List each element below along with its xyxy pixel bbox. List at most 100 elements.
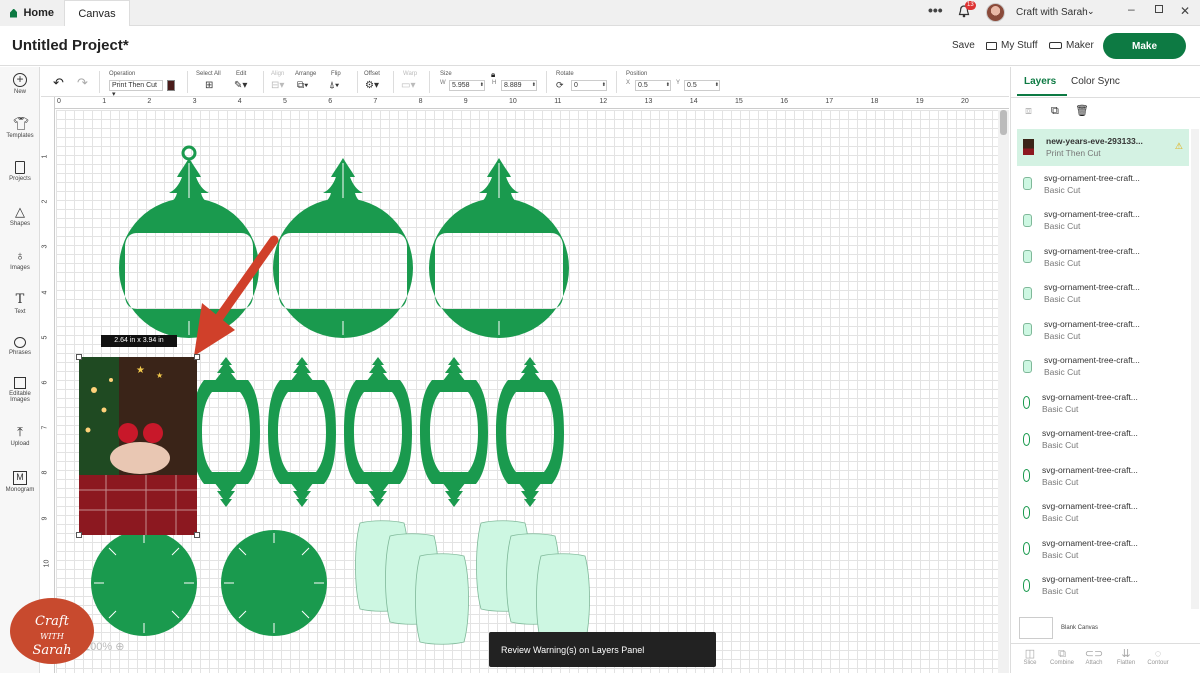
layer-row[interactable]: new-years-eve-293133... Print Then Cut ⚠: [1017, 129, 1189, 166]
sidebar-item-phrases[interactable]: Phrases: [0, 337, 40, 356]
ruler-tick-label: 6: [328, 98, 333, 105]
redo-icon[interactable]: ↷: [77, 75, 88, 91]
sidebar-item-upload[interactable]: ⤒ Upload: [0, 425, 40, 448]
lock-icon[interactable]: 🔒︎: [491, 70, 495, 80]
layer-row[interactable]: svg-ornament-tree-craft... Basic Cut: [1017, 202, 1189, 239]
layer-row[interactable]: svg-ornament-tree-craft... Basic Cut: [1017, 312, 1189, 349]
action-flatten-button[interactable]: ⇊ Flatten: [1111, 648, 1141, 666]
offset-icon[interactable]: ⚙▾: [365, 80, 379, 91]
layer-text: svg-ornament-tree-craft... Basic Cut: [1042, 573, 1138, 597]
layer-thumbnail: [1023, 396, 1030, 410]
account-name[interactable]: Craft with Sarah: [1016, 7, 1088, 18]
blank-canvas-swatch[interactable]: [1019, 617, 1053, 639]
align-icon[interactable]: ⊟▾: [271, 80, 284, 91]
layer-row[interactable]: svg-ornament-tree-craft... Basic Cut: [1017, 531, 1189, 568]
my-stuff-button[interactable]: My Stuff: [986, 40, 1038, 51]
operation-select[interactable]: Print Then Cut ▾: [109, 80, 163, 98]
action-label: Flatten: [1116, 660, 1136, 666]
resize-handle[interactable]: [194, 532, 200, 538]
save-button[interactable]: Save: [952, 40, 975, 51]
tab-home[interactable]: Home: [0, 0, 64, 26]
ruler-tick-label: 3: [192, 98, 197, 105]
layer-row[interactable]: svg-ornament-tree-craft... Basic Cut: [1017, 166, 1189, 203]
action-slice-button[interactable]: ◫ Slice: [1015, 648, 1045, 666]
avatar[interactable]: [986, 3, 1005, 22]
layer-operation: Basic Cut: [1042, 476, 1079, 487]
select-all-icon[interactable]: ⊞: [205, 80, 213, 91]
sidebar-item-templates[interactable]: 👕︎ Templates: [0, 117, 40, 140]
chevron-down-icon[interactable]: ⌄: [1087, 6, 1095, 17]
minimize-icon[interactable]: –: [1128, 2, 1135, 16]
layer-row[interactable]: svg-ornament-tree-craft... Basic Cut: [1017, 275, 1189, 312]
y-input[interactable]: 0.5 ⬍: [684, 80, 720, 91]
scrollbar-thumb[interactable]: [1000, 110, 1007, 135]
sidebar-item-monogram[interactable]: M Monogram: [0, 471, 40, 493]
action-contour-button[interactable]: ◌ Contour: [1143, 648, 1173, 666]
canvas-shapes: ★ ★: [79, 145, 590, 645]
group-icon[interactable]: ⧈: [1025, 105, 1032, 118]
text-icon: T: [15, 292, 25, 307]
resize-handle[interactable]: [76, 532, 82, 538]
layers-scrollbar[interactable]: [1191, 129, 1199, 609]
more-menu-icon[interactable]: •••: [928, 2, 943, 18]
layer-row[interactable]: svg-ornament-tree-craft... Basic Cut: [1017, 567, 1189, 604]
tab-color-sync[interactable]: Color Sync: [1071, 76, 1120, 87]
flip-icon[interactable]: ⍋▾: [329, 80, 339, 91]
layer-row[interactable]: svg-ornament-tree-craft... Basic Cut: [1017, 348, 1189, 385]
action-combine-button[interactable]: ⧉ Combine: [1047, 648, 1077, 666]
layer-row[interactable]: svg-ornament-tree-craft: [1017, 604, 1189, 610]
svg-text:★: ★: [156, 371, 163, 380]
warp-label: Warp: [403, 71, 418, 77]
sidebar-item-editable-images[interactable]: Editable Images: [0, 377, 40, 403]
warning-icon[interactable]: ⚠: [1175, 141, 1183, 152]
edit-icon[interactable]: ✎▾: [234, 80, 247, 91]
x-input[interactable]: 0.5 ⬍: [635, 80, 671, 91]
layer-text: svg-ornament-tree-craft... Basic Cut: [1044, 172, 1140, 196]
sidebar-item-shapes[interactable]: △ Shapes: [0, 205, 40, 228]
height-value: 8.889: [504, 82, 522, 89]
layer-row[interactable]: svg-ornament-tree-craft... Basic Cut: [1017, 385, 1189, 422]
warp-icon[interactable]: ▭▾: [401, 80, 415, 91]
make-button[interactable]: Make: [1103, 33, 1186, 59]
layer-operation: Basic Cut: [1042, 403, 1079, 414]
sidebar-item-projects[interactable]: Projects: [0, 161, 40, 182]
layer-row[interactable]: svg-ornament-tree-craft... Basic Cut: [1017, 458, 1189, 495]
layer-thumbnail: [1023, 359, 1032, 373]
close-icon[interactable]: ✕: [1180, 4, 1190, 18]
canvas-vertical-scrollbar[interactable]: [998, 110, 1009, 673]
home-icon: [10, 8, 18, 18]
duplicate-icon[interactable]: ⧉: [1051, 105, 1059, 118]
action-attach-button[interactable]: ⊂⊃ Attach: [1079, 648, 1109, 666]
width-input[interactable]: 5.958 ⬍: [449, 80, 485, 91]
sidebar-item-new[interactable]: + New: [0, 73, 40, 95]
layer-operation: Basic Cut: [1044, 184, 1081, 195]
bell-icon[interactable]: 13: [958, 1, 976, 18]
undo-icon[interactable]: ↶: [53, 75, 64, 91]
operation-swatch[interactable]: [167, 80, 175, 91]
layer-operation: Print Then Cut: [1046, 148, 1101, 159]
ruler-tick-label: 12: [599, 98, 608, 105]
resize-handle[interactable]: [76, 354, 82, 360]
maximize-icon[interactable]: [1155, 5, 1163, 13]
lightbulb-icon: ♁: [15, 248, 25, 263]
sidebar-item-text[interactable]: T Text: [0, 292, 40, 316]
layer-operation: Basic Cut: [1044, 221, 1081, 232]
tab-layers[interactable]: Layers: [1024, 76, 1056, 87]
ruler-tick-label: 6: [41, 380, 49, 385]
position-label: Position: [626, 71, 648, 77]
resize-handle[interactable]: [194, 354, 200, 360]
layer-row[interactable]: svg-ornament-tree-craft... Basic Cut: [1017, 421, 1189, 458]
rotate-input[interactable]: 0 ⬍: [571, 80, 607, 91]
arrange-icon[interactable]: ⧉▾: [297, 80, 308, 91]
tab-canvas[interactable]: Canvas: [64, 0, 130, 26]
delete-icon[interactable]: 🗑︎: [1075, 104, 1089, 117]
height-input[interactable]: 8.889 ⬍: [501, 80, 537, 91]
layer-row[interactable]: svg-ornament-tree-craft... Basic Cut: [1017, 494, 1189, 531]
layer-text: svg-ornament-tree-craft... Basic Cut: [1044, 318, 1140, 342]
maker-button[interactable]: Maker: [1049, 40, 1094, 51]
design-canvas[interactable]: ★ ★: [56, 110, 998, 673]
sidebar-item-images[interactable]: ♁ Images: [0, 248, 40, 272]
layer-actions: ◫ Slice ⧉ Combine ⊂⊃ Attach ⇊ Flatten ◌ Contour: [1011, 643, 1200, 673]
layer-row[interactable]: svg-ornament-tree-craft... Basic Cut: [1017, 239, 1189, 276]
warning-toast[interactable]: Review Warning(s) on Layers Panel: [489, 632, 716, 667]
